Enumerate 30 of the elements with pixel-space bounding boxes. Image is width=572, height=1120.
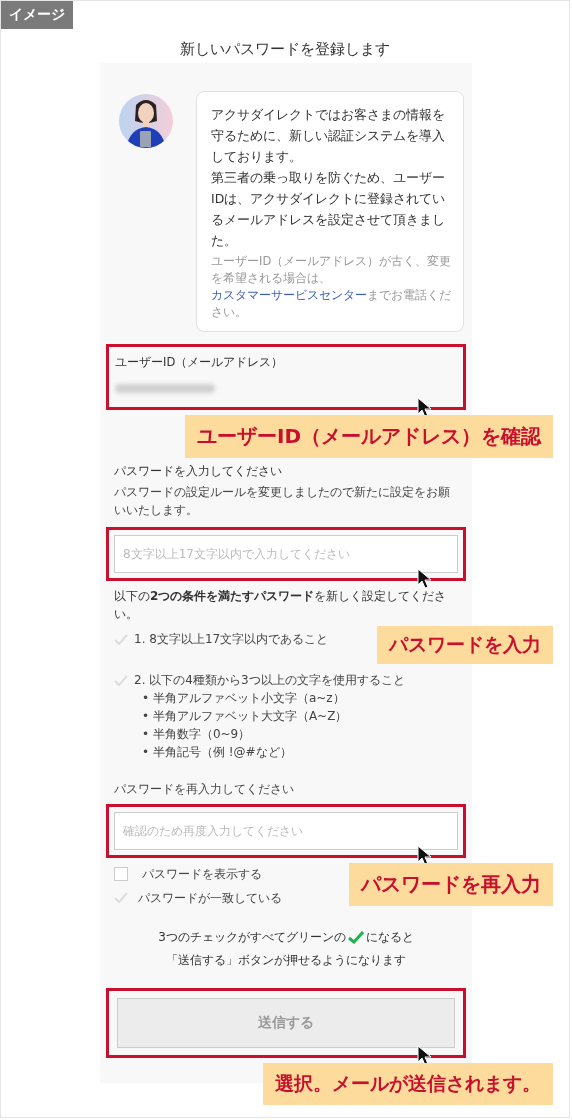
avatar [118, 93, 174, 149]
callout: 選択。メールが送信されます。 [263, 1063, 553, 1105]
rule-sub-item: • 半角記号（例 !@#など） [142, 744, 293, 761]
match-text: パスワードが一致している [138, 889, 282, 907]
note-text: 「送信する」ボタンが押せるようになります [165, 952, 407, 969]
note-text: ユーザーID（メールアドレス）が古く、変更を希望される場合は、 カスタマーサービスセンター までお電話ください。 [211, 253, 453, 321]
rule-sub-item: • 半角アルファベット大文字（A~Z） [142, 708, 349, 725]
field-label: パスワードを再入力してください [114, 781, 295, 798]
callout: パスワードを再入力 [349, 863, 553, 906]
field-label: パスワードを入力してください [114, 464, 283, 479]
customer-service-link[interactable]: カスタマーサービスセンター [211, 288, 367, 302]
description-text: パスワードの設定ルールを変更しましたので新たに設定をお願いいたします。 [114, 484, 451, 519]
field-label: ユーザーID（メールアドレス） [115, 355, 285, 370]
rule-text: 2. 以下の4種類から3つ以上の文字を使用すること [134, 672, 405, 689]
message-text: アクサダイレクトではお客さまの情報を守るために、新しい認証システムを導入しております。 [211, 106, 446, 166]
note-text: になると [365, 929, 414, 946]
checkbox[interactable] [114, 867, 128, 881]
rule-sub-item: • 半角数字（0~9） [142, 726, 252, 743]
callout: パスワードを入力 [377, 626, 553, 664]
check-icon [347, 931, 364, 944]
page-title: 新しいパスワードを登録します [180, 39, 390, 60]
rule-text: 1. 8文字以上17文字以内であること [134, 631, 329, 648]
checkbox-label: パスワードを表示する [142, 865, 262, 883]
callout: ユーザーID（メールアドレス）を確認 [184, 415, 553, 458]
message-text: 第三者の乗っ取りを防ぐため、ユーザーIDは、アクサダイレクトに登録されているメールアドレスを設定させて頂きました。 [211, 169, 447, 250]
rule-sub-item: • 半角アルファベット小文字（a~z） [142, 690, 346, 707]
cursor-icon [417, 568, 433, 590]
image-badge: イメージ [1, 1, 73, 29]
rules-intro-text: 以下の2つの条件を満たすパスワードを新しく設定してください。 [114, 588, 448, 623]
note-text: 3つのチェックがすべてグリーンの [158, 929, 346, 946]
